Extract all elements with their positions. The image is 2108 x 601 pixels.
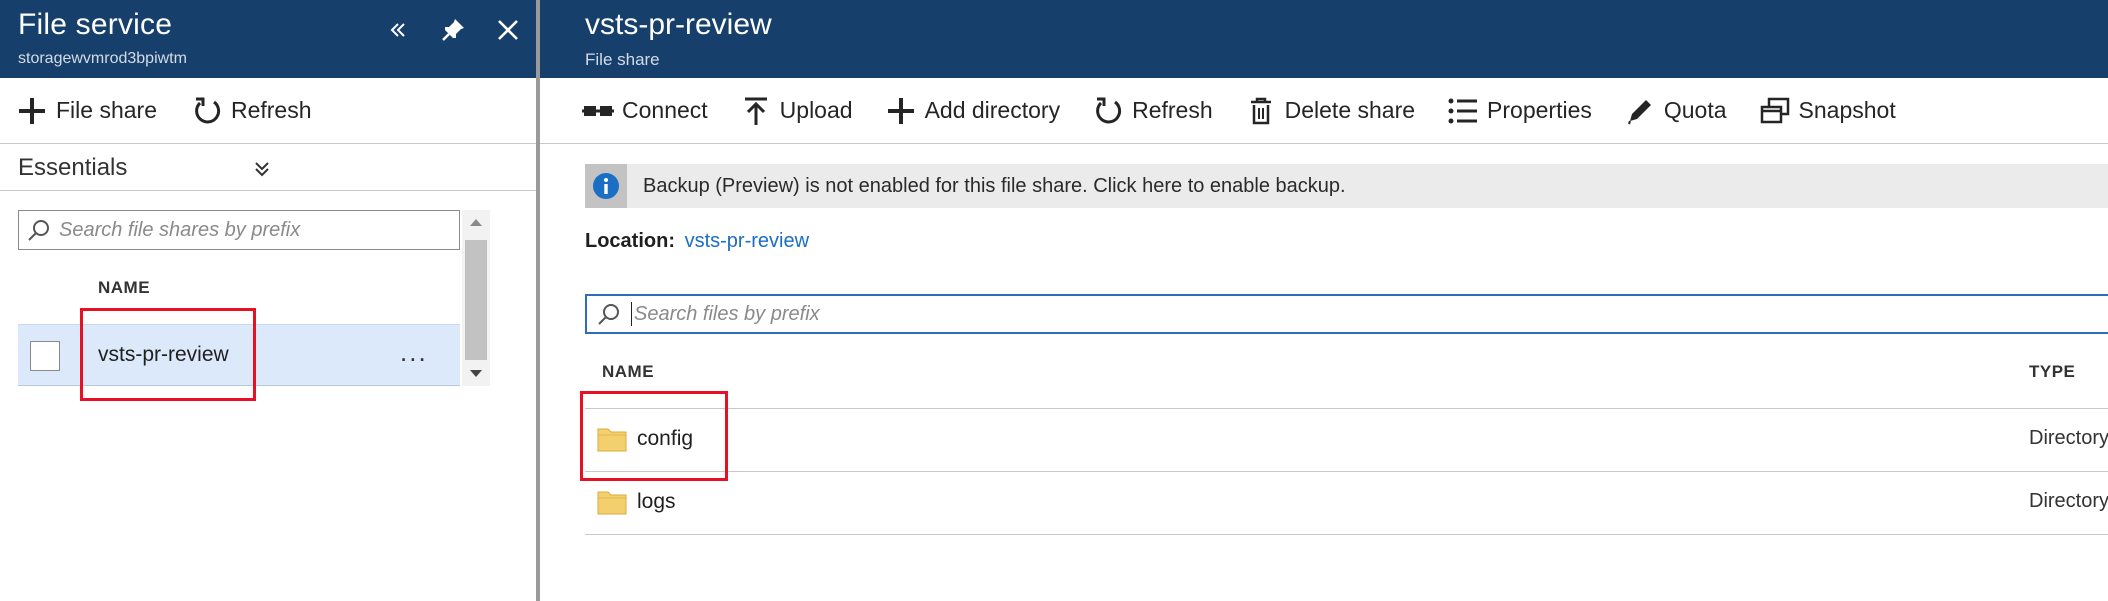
file-name: config [637,427,694,450]
search-icon [598,304,619,325]
blade-subtitle: storagewvmrod3bpiwtm [18,50,187,67]
file-share-blade: vsts-pr-review File share Connect Upload… [540,0,2108,601]
blade-header: File service storagewvmrod3bpiwtm [0,0,536,78]
add-directory-button[interactable]: Add directory [885,89,1061,133]
table-row-config[interactable]: config Directory [585,409,2108,471]
share-list-scrollbar[interactable] [462,210,490,386]
column-header-type[interactable]: TYPE [2029,362,2075,382]
info-icon-wrap [585,164,627,208]
refresh-icon [191,95,223,127]
folder-icon [597,428,627,452]
file-share-search-field [18,210,460,250]
more-options-button[interactable]: ... [400,337,428,368]
table-row-logs[interactable]: logs Directory [585,472,2108,534]
properties-button[interactable]: Properties [1447,89,1592,133]
column-header-name[interactable]: NAME [98,278,150,298]
trash-icon [1245,95,1277,127]
quota-label: Quota [1663,97,1727,123]
delete-share-button[interactable]: Delete share [1245,89,1415,133]
backup-info-banner[interactable]: Backup (Preview) is not enabled for this… [585,164,2108,208]
file-type: Directory [2029,490,2108,512]
list-icon [1447,95,1479,127]
connect-label: Connect [622,97,708,123]
connect-icon [582,95,614,127]
snapshot-label: Snapshot [1798,97,1896,123]
file-share-command-bar: Connect Upload Add directory Refresh Del… [540,78,2108,144]
scroll-up-icon[interactable] [468,216,484,228]
file-service-blade: File service storagewvmrod3bpiwtm File s… [0,0,536,601]
add-file-share-button[interactable]: File share [16,89,157,133]
text-caret [631,302,632,326]
column-header-name[interactable]: NAME [602,362,654,382]
upload-button[interactable]: Upload [740,89,853,133]
collapse-button[interactable] [380,12,416,48]
snapshot-button[interactable]: Snapshot [1759,89,1896,133]
double-chevron-left-icon [390,23,405,37]
file-search-field [585,294,2108,334]
left-command-bar: File share Refresh [0,78,536,144]
upload-label: Upload [779,97,853,123]
double-chevron-down-icon [255,162,269,177]
file-share-row[interactable]: vsts-pr-review ... [18,324,460,386]
location-line: Location: vsts-pr-review [585,230,809,253]
folder-icon [597,491,627,515]
info-icon [593,173,619,199]
file-share-search-input[interactable] [59,218,439,242]
pin-icon [442,19,464,41]
file-name: logs [637,490,676,513]
delete-share-label: Delete share [1284,97,1416,123]
table-divider [585,534,2108,535]
search-icon [28,220,49,241]
blade-title: File service [18,8,173,41]
file-search-input[interactable] [634,302,1934,326]
info-message: Backup (Preview) is not enabled for this… [643,174,1346,197]
snapshot-icon [1759,95,1791,127]
blade-subtitle: File share [585,50,660,69]
upload-icon [740,95,772,127]
refresh-button[interactable]: Refresh [191,89,312,133]
file-share-label: File share [56,97,157,123]
blade-header: vsts-pr-review File share [540,0,2108,78]
file-type: Directory [2029,427,2108,449]
close-button[interactable] [490,12,526,48]
add-directory-label: Add directory [924,97,1061,123]
scroll-down-icon[interactable] [468,368,484,380]
location-label: Location: [585,230,675,252]
connect-button[interactable]: Connect [582,89,708,133]
row-checkbox[interactable] [30,341,60,371]
refresh-icon [1092,95,1124,127]
file-share-name: vsts-pr-review [98,343,229,366]
properties-label: Properties [1487,97,1592,123]
plus-icon [885,95,917,127]
refresh-label: Refresh [1132,97,1213,123]
scrollbar-thumb[interactable] [465,240,487,360]
blade-title: vsts-pr-review [585,8,772,41]
pin-button[interactable] [435,12,471,48]
refresh-button[interactable]: Refresh [1092,89,1213,133]
essentials-toggle[interactable]: Essentials [0,145,536,191]
plus-icon [16,95,48,127]
refresh-label: Refresh [230,97,312,123]
location-link[interactable]: vsts-pr-review [685,230,809,252]
close-icon [498,20,518,40]
pencil-icon [1624,95,1656,127]
essentials-label: Essentials [18,153,128,181]
quota-button[interactable]: Quota [1624,89,1727,133]
